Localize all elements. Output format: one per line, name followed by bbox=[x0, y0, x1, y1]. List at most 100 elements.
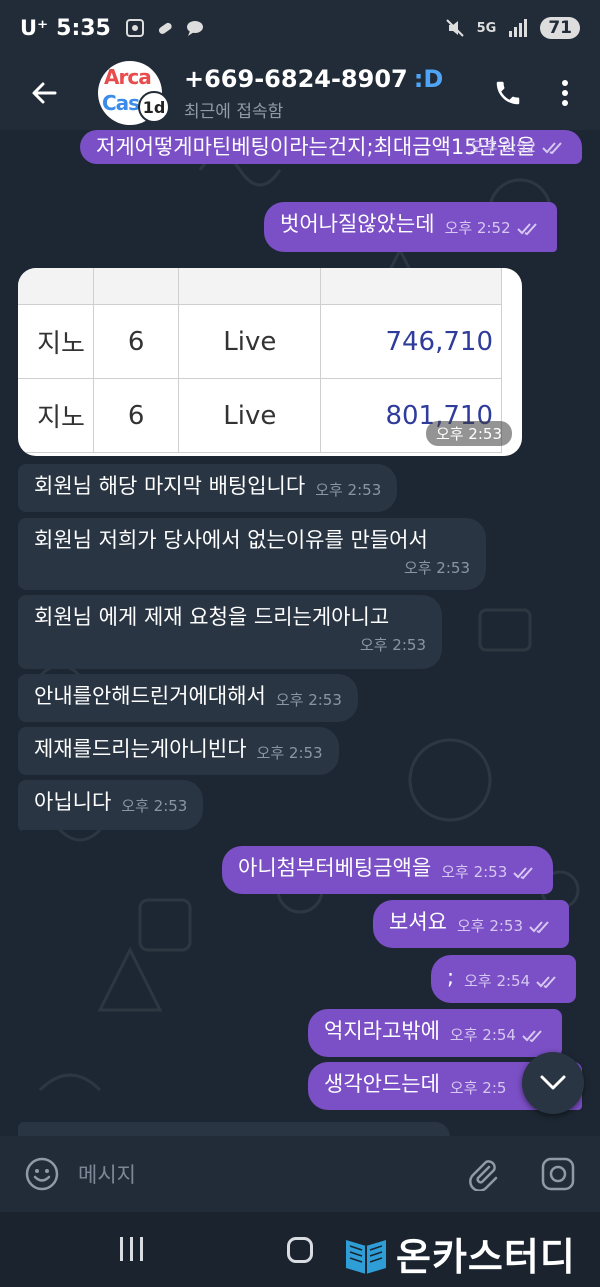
chevron-down-icon bbox=[540, 1075, 566, 1090]
call-button[interactable] bbox=[486, 71, 530, 115]
message-outgoing[interactable]: ; 오후 2:54 bbox=[431, 955, 577, 1003]
double-check-icon bbox=[536, 975, 556, 988]
camera-button[interactable] bbox=[536, 1152, 580, 1196]
message-time: 오후 2:5 bbox=[449, 1079, 507, 1097]
message-text: 아니첨부터베팅금액을 bbox=[238, 856, 432, 880]
message-meta: 오후 2:54 bbox=[450, 1020, 546, 1051]
message-incoming[interactable]: 회원님 해당 마지막 배팅입니다 오후 2:53 bbox=[18, 464, 398, 512]
home-button[interactable] bbox=[287, 1237, 313, 1263]
system-nav-bar: 온카스터디 bbox=[0, 1212, 600, 1287]
chat-header: Arca Cas +669-6824-8907:D 최근에 접속함 bbox=[0, 56, 600, 130]
message-time: 오후 2:52 bbox=[444, 219, 511, 237]
contact-number: +669-6824-8907 bbox=[184, 64, 408, 93]
double-check-icon bbox=[513, 866, 534, 879]
paperclip-icon bbox=[469, 1160, 498, 1191]
emoji-button[interactable] bbox=[20, 1152, 64, 1196]
message-outgoing[interactable]: 억지라고밖에 오후 2:54 bbox=[308, 1009, 562, 1057]
table-cell: Live bbox=[178, 378, 322, 453]
back-button[interactable] bbox=[22, 71, 66, 115]
table-cell: 6 bbox=[92, 304, 180, 379]
contact-name: +669-6824-8907:D bbox=[184, 65, 486, 93]
message-input[interactable]: 메시지 bbox=[78, 1159, 460, 1189]
table-row: 지노 6 Live 746,710 bbox=[18, 304, 502, 379]
carrier-label: U⁺ bbox=[20, 16, 49, 40]
message-text: 안내를안해드린거에대해서 bbox=[34, 684, 266, 708]
double-check-icon bbox=[529, 920, 549, 933]
contact-emoticon: :D bbox=[413, 64, 444, 93]
message-time: 오후 2:53 bbox=[121, 797, 188, 815]
network-type: 5G bbox=[476, 20, 497, 36]
image-time: 오후 2:53 bbox=[425, 421, 512, 446]
chat-bubble-icon bbox=[186, 21, 203, 36]
message-incoming[interactable]: 회원님 에게 제재 요청을 드리는게아니고 오후 2:53 bbox=[18, 595, 442, 669]
scroll-to-bottom-button[interactable] bbox=[522, 1052, 584, 1114]
message-time: 오후 2:53 bbox=[359, 636, 426, 654]
table-header-cell bbox=[320, 268, 502, 305]
message-text: 생각안드는데 bbox=[324, 1072, 440, 1096]
message-text: ; bbox=[447, 965, 455, 989]
status-bar: U⁺ 5:35 5G 71 bbox=[0, 0, 600, 56]
table-cell: 지노 bbox=[18, 304, 94, 379]
more-options-button[interactable] bbox=[550, 71, 580, 115]
double-check-icon bbox=[516, 222, 537, 235]
message-time: 오후 2:53 bbox=[256, 744, 323, 762]
table-header-cell bbox=[178, 268, 322, 305]
watermark: 온카스터디 bbox=[342, 1226, 576, 1281]
phone-icon bbox=[496, 81, 520, 105]
message-time: 오후 2:52 bbox=[469, 138, 536, 156]
message-text: 벗어나질않았는데 bbox=[280, 212, 435, 236]
message-time: 오후 2:54 bbox=[464, 972, 531, 990]
message-incoming[interactable]: 회원님 저희가 당사에서 없는이유를 만들어서 오후 2:53 bbox=[18, 518, 486, 590]
message-meta: 오후 2:52 bbox=[445, 213, 541, 244]
table-cell: 지노 bbox=[18, 378, 94, 453]
message-text: 회원님 에게 제재 요청을 드리는게아니고 bbox=[34, 605, 390, 629]
message-outgoing[interactable]: 보셔요 오후 2:53 bbox=[373, 900, 570, 948]
arrow-left-icon bbox=[32, 82, 57, 104]
status-time: 5:35 bbox=[56, 15, 111, 41]
screenshot-icon bbox=[125, 19, 144, 37]
table-header-row bbox=[18, 268, 502, 305]
contact-info[interactable]: +669-6824-8907:D 최근에 접속함 bbox=[184, 65, 486, 122]
table-header-cell bbox=[18, 268, 94, 305]
message-input-bar: 메시지 bbox=[0, 1136, 600, 1212]
message-text: 아닙니다 bbox=[34, 790, 112, 814]
avatar-text-1: Arca bbox=[104, 65, 152, 89]
message-text: 회원님 해당 마지막 배팅입니다 bbox=[34, 474, 306, 498]
message-text: 보셔요 bbox=[389, 910, 447, 934]
message-time: 오후 2:53 bbox=[315, 481, 382, 499]
battery-level: 71 bbox=[540, 17, 580, 39]
message-text: 제재를드리는게아니빈다 bbox=[34, 737, 247, 761]
message-text: 억지라고밖에 bbox=[324, 1019, 440, 1043]
attach-button[interactable] bbox=[460, 1152, 504, 1196]
smiley-icon bbox=[25, 1157, 59, 1191]
message-text: 회원님 저희가 당사에서 없는이유를 만들어서 bbox=[34, 528, 428, 552]
message-meta: 오후 2:53 bbox=[441, 857, 537, 888]
message-time: 오후 2:53 bbox=[403, 559, 470, 577]
message-outgoing[interactable]: 저게어떻게마틴베팅이라는건지;최대금액15만원을 오후 2:52 bbox=[80, 130, 582, 164]
message-time: 오후 2:53 bbox=[456, 917, 524, 935]
pill-icon bbox=[158, 22, 172, 34]
message-incoming[interactable]: 아닙니다 오후 2:53 bbox=[18, 780, 204, 830]
table-cell: Live bbox=[178, 304, 322, 379]
book-logo-icon bbox=[346, 1239, 386, 1274]
watermark-text: 온카스터디 bbox=[396, 1235, 576, 1279]
avatar-text-2: Cas bbox=[102, 91, 140, 115]
system-indicators: 5G 71 bbox=[445, 17, 580, 39]
contact-status: 최근에 접속함 bbox=[184, 101, 284, 122]
message-incoming[interactable]: 안내를안해드린거에대해서 오후 2:53 bbox=[18, 674, 358, 722]
signal-icon bbox=[509, 19, 528, 37]
camera-icon bbox=[541, 1157, 575, 1191]
table-cell: 746,710 bbox=[320, 304, 502, 379]
recent-apps-icon[interactable] bbox=[118, 1236, 146, 1262]
message-time: 오후 2:53 bbox=[441, 863, 508, 881]
table-header-cell bbox=[92, 268, 180, 305]
image-message[interactable]: 지노 6 Live 746,710 지노 6 Live 801,710 오후 2… bbox=[18, 268, 522, 456]
table-cell: 6 bbox=[92, 378, 180, 453]
message-outgoing[interactable]: 벗어나질않았는데 오후 2:52 bbox=[264, 202, 557, 252]
message-outgoing[interactable]: 아니첨부터베팅금액을 오후 2:53 bbox=[222, 846, 554, 894]
message-incoming-partial[interactable] bbox=[18, 1122, 450, 1136]
double-check-icon bbox=[522, 1029, 542, 1042]
message-list[interactable]: 저게어떻게마틴베팅이라는건지;최대금액15만원을 오후 2:52 벗어나질않았는… bbox=[0, 130, 600, 1136]
message-time: 오후 2:54 bbox=[449, 1026, 516, 1044]
message-incoming[interactable]: 제재를드리는게아니빈다 오후 2:53 bbox=[18, 727, 339, 775]
